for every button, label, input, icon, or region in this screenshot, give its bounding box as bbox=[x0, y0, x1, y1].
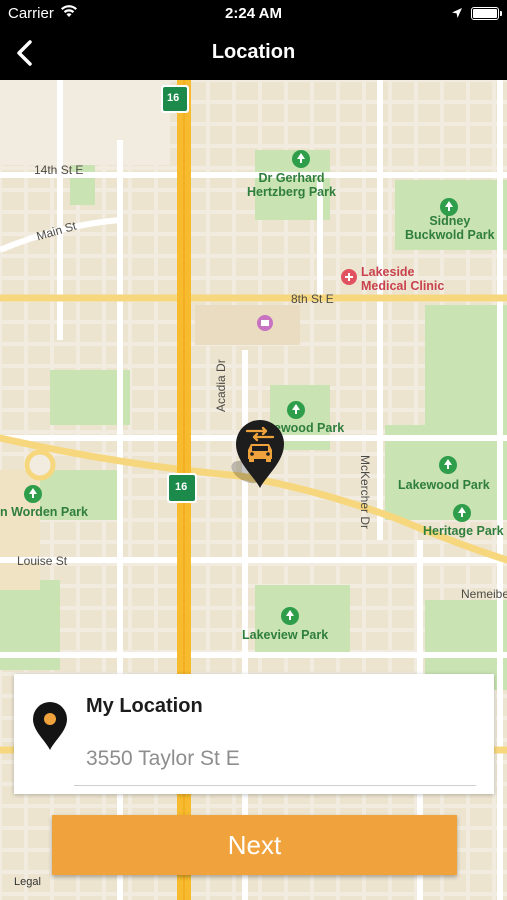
street-label-nemeiben: Nemeibe bbox=[461, 587, 507, 601]
street-label-acadia: Acadia Dr bbox=[214, 359, 228, 412]
park-label-worden: n Worden Park bbox=[0, 505, 88, 519]
status-time: 2:24 AM bbox=[225, 5, 282, 22]
park-label-heritage: Heritage Park bbox=[423, 524, 504, 538]
status-bar: Carrier 2:24 AM bbox=[0, 0, 507, 28]
battery-icon bbox=[471, 7, 502, 20]
clinic-label: Lakeside Medical Clinic bbox=[361, 265, 445, 293]
street-label-mckercher: McKercher Dr bbox=[358, 455, 372, 530]
location-card-title: My Location bbox=[86, 695, 203, 717]
location-pin-icon bbox=[32, 702, 68, 757]
page-title: Location bbox=[211, 41, 296, 63]
park-label-hertzberg: Dr Gerhard Hertzberg Park bbox=[247, 171, 336, 199]
street-label-8th: 8th St E bbox=[291, 292, 334, 306]
street-label-louise: Louise St bbox=[17, 554, 68, 568]
address-underline bbox=[74, 785, 476, 786]
location-card: My Location 3550 Taylor St E bbox=[14, 674, 494, 794]
highway-16-label-top: 16 bbox=[167, 92, 180, 104]
location-arrow-icon bbox=[451, 6, 463, 23]
park-label-sidney: Sidney Buckwold Park bbox=[405, 214, 495, 242]
address-field[interactable]: 3550 Taylor St E bbox=[86, 747, 240, 771]
park-label-lakewood: Lakewood Park bbox=[398, 478, 490, 492]
nav-bar: Location bbox=[0, 28, 507, 80]
map-legal-link[interactable]: Legal bbox=[14, 876, 41, 888]
street-label-14th: 14th St E bbox=[34, 163, 84, 177]
park-label-lakeview: Lakeview Park bbox=[242, 628, 329, 642]
highway-16-label-mid: 16 bbox=[175, 481, 188, 493]
next-button[interactable]: Next bbox=[52, 815, 457, 875]
